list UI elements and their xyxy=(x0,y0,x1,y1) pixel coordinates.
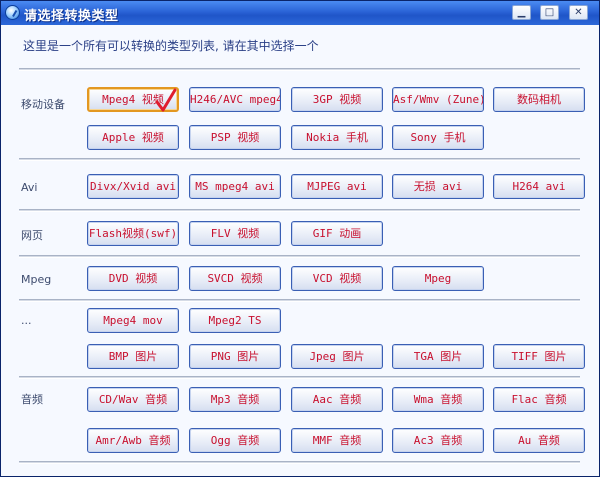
separator xyxy=(19,376,580,379)
wma-audio-button[interactable]: Wma 音频 xyxy=(392,387,484,412)
category-label-audio: 音频 xyxy=(21,393,43,406)
separator xyxy=(19,158,580,161)
separator xyxy=(19,209,580,212)
3gp-video-button[interactable]: 3GP 视频 xyxy=(291,87,383,112)
h246-avc-mpeg4-button[interactable]: H246/AVC mpeg4 xyxy=(189,87,281,112)
au-audio-button[interactable]: Au 音频 xyxy=(493,428,585,453)
bmp-image-button[interactable]: BMP 图片 xyxy=(87,344,179,369)
checkmark-icon xyxy=(155,88,177,112)
window-title: 请选择转换类型 xyxy=(24,9,119,24)
aac-audio-button[interactable]: Aac 音频 xyxy=(291,387,383,412)
ogg-audio-button[interactable]: Ogg 音频 xyxy=(189,428,281,453)
minimize-icon: ▁ xyxy=(517,7,526,18)
flac-audio-button[interactable]: Flac 音频 xyxy=(493,387,585,412)
convert-type-dialog: 请选择转换类型 ▁ □ ✕ 这里是一个所有可以转换的类型列表, 请在其中选择一个… xyxy=(0,0,600,477)
amr-awb-audio-button[interactable]: Amr/Awb 音频 xyxy=(87,428,179,453)
separator xyxy=(19,461,580,464)
svcd-video-button[interactable]: SVCD 视频 xyxy=(189,266,281,291)
digital-camera-button[interactable]: 数码相机 xyxy=(493,87,585,112)
app-icon xyxy=(5,5,20,20)
ac3-audio-button[interactable]: Ac3 音频 xyxy=(392,428,484,453)
apple-video-button[interactable]: Apple 视频 xyxy=(87,125,179,150)
ms-mpeg4-avi-button[interactable]: MS mpeg4 avi xyxy=(189,174,281,199)
divx-xvid-avi-button[interactable]: Divx/Xvid avi xyxy=(87,174,179,199)
lossless-avi-button[interactable]: 无损 avi xyxy=(392,174,484,199)
close-button[interactable]: ✕ xyxy=(569,5,588,20)
separator xyxy=(19,68,580,71)
category-label-avi: Avi xyxy=(21,181,38,194)
category-label-mobile: 移动设备 xyxy=(21,98,65,111)
vcd-video-button[interactable]: VCD 视频 xyxy=(291,266,383,291)
mjpeg-avi-button[interactable]: MJPEG avi xyxy=(291,174,383,199)
mpeg2-ts-button[interactable]: Mpeg2 TS xyxy=(189,308,281,333)
category-label-mpeg: Mpeg xyxy=(21,273,52,286)
dvd-video-button[interactable]: DVD 视频 xyxy=(87,266,179,291)
mpeg-button[interactable]: Mpeg xyxy=(392,266,484,291)
mmf-audio-button[interactable]: MMF 音频 xyxy=(291,428,383,453)
maximize-button[interactable]: □ xyxy=(540,5,559,20)
mpeg4-mov-button[interactable]: Mpeg4 mov xyxy=(87,308,179,333)
instruction-text: 这里是一个所有可以转换的类型列表, 请在其中选择一个 xyxy=(23,39,319,53)
png-image-button[interactable]: PNG 图片 xyxy=(189,344,281,369)
separator xyxy=(19,255,580,258)
flash-swf-button[interactable]: Flash视频(swf) xyxy=(87,221,179,246)
category-label-web: 网页 xyxy=(21,229,43,242)
jpeg-image-button[interactable]: Jpeg 图片 xyxy=(291,344,383,369)
close-icon: ✕ xyxy=(574,7,583,18)
minimize-button[interactable]: ▁ xyxy=(512,5,531,20)
category-label-more: ... xyxy=(21,314,32,327)
sony-phone-button[interactable]: Sony 手机 xyxy=(392,125,484,150)
maximize-icon: □ xyxy=(544,7,555,18)
flv-video-button[interactable]: FLV 视频 xyxy=(189,221,281,246)
tiff-image-button[interactable]: TIFF 图片 xyxy=(493,344,585,369)
asf-wmv-zune-button[interactable]: Asf/Wmv (Zune) xyxy=(392,87,484,112)
psp-video-button[interactable]: PSP 视频 xyxy=(189,125,281,150)
title-bar[interactable]: 请选择转换类型 ▁ □ ✕ xyxy=(1,1,599,25)
h264-avi-button[interactable]: H264 avi xyxy=(493,174,585,199)
cd-wav-audio-button[interactable]: CD/Wav 音频 xyxy=(87,387,179,412)
mp3-audio-button[interactable]: Mp3 音频 xyxy=(189,387,281,412)
gif-animation-button[interactable]: GIF 动画 xyxy=(291,221,383,246)
tga-image-button[interactable]: TGA 图片 xyxy=(392,344,484,369)
nokia-phone-button[interactable]: Nokia 手机 xyxy=(291,125,383,150)
separator xyxy=(19,299,580,302)
